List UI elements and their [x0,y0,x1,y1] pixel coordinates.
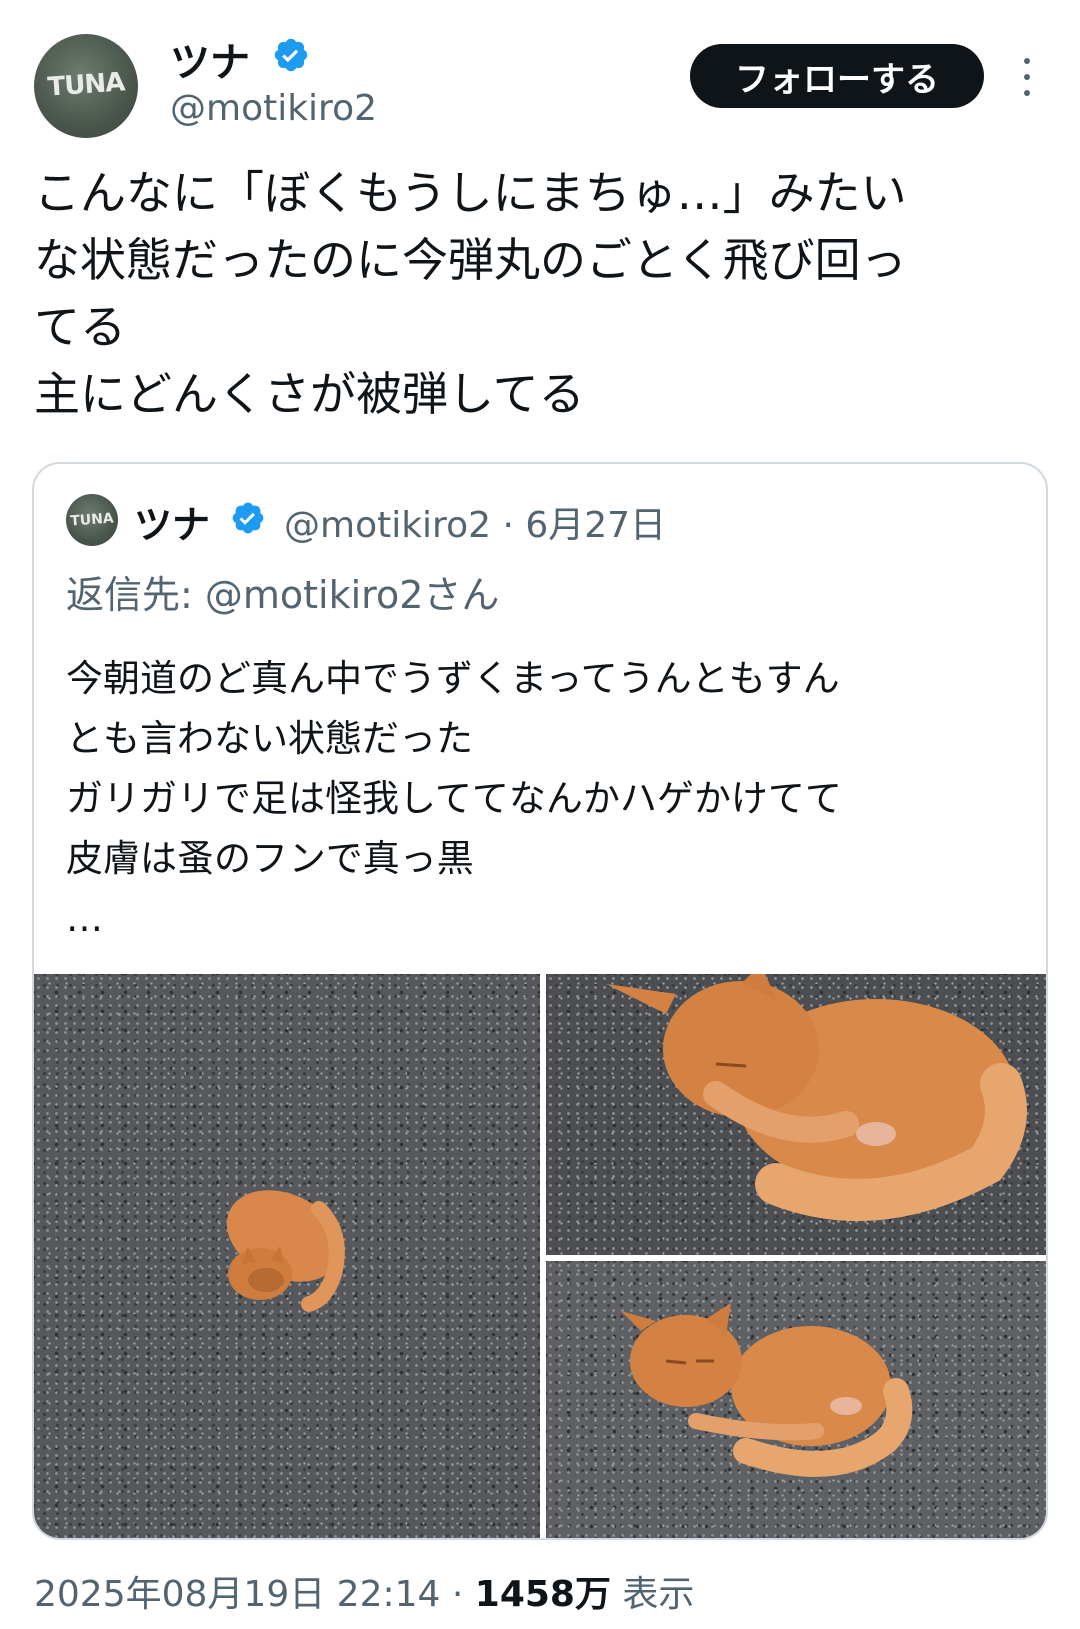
quoted-handle-and-date: @motikiro2 · 6月27日 [284,505,667,546]
author-display-name[interactable]: ツナ [170,30,250,88]
tweet-line: な状態だったのに今弾丸のごとく飛び回っ [34,233,907,287]
quoted-reply-to[interactable]: 返信先: @motikiro2さん [66,564,499,619]
quoted-tweet-card[interactable]: TUNA ツナ @motikiro2 · 6月27日 返信先: @motikir… [32,462,1048,1540]
tweet-footer: 2025年08月19日 22:14 · 1458万 表示 [34,1565,694,1617]
quoted-tweet-body: 今朝道のど真ん中でうずくまってうんともすん とも言わない状態だった ガリガリで足… [66,649,1026,949]
follow-button[interactable]: フォローする [690,44,984,108]
photo-grid [34,974,1046,1538]
avatar-logo-text: TUNA [46,67,126,103]
view-count: 1458万 [474,1574,611,1615]
tweet-line: てる [34,300,126,354]
tweet-line: 主にどんくさが被弾してる [34,367,585,421]
footer-separator: · [440,1574,475,1615]
quoted-verified-badge-icon [232,502,264,534]
tweet-body: こんなに「ぼくもうしにまちゅ…」みたい な状態だったのに今弾丸のごとく飛び回っ … [34,160,1044,428]
verified-badge-icon [274,38,308,72]
quoted-line: … [66,897,103,940]
photo-kitten-curled-far[interactable] [34,974,540,1538]
tweet-header: TUNA ツナ @motikiro2 フォローする [0,0,1080,150]
quoted-line: とも言わない状態だった [66,717,473,760]
tweet-timestamp[interactable]: 2025年08月19日 22:14 [34,1574,440,1615]
more-options-icon[interactable] [1012,52,1042,102]
author-avatar[interactable]: TUNA [34,34,138,138]
photo-kitten-lying[interactable] [546,1261,1046,1538]
quoted-author-name[interactable]: ツナ [134,494,210,549]
quoted-line: 今朝道のど真ん中でうずくまってうんともすん [66,657,840,700]
quoted-line: ガリガリで足は怪我しててなんかハゲかけてて [66,777,842,820]
kitten-closeup-illustration [606,974,1027,1221]
quoted-line: 皮膚は蚤のフンで真っ黒 [66,837,474,880]
quoted-author-avatar[interactable]: TUNA [66,494,118,546]
author-handle[interactable]: @motikiro2 [170,88,377,129]
tweet-line: こんなに「ぼくもうしにまちゅ…」みたい [34,166,907,220]
photo-kitten-closeup[interactable] [546,974,1046,1255]
kitten-small-illustration [226,1190,345,1312]
quoted-avatar-logo-text: TUNA [69,510,115,530]
kitten-lying-illustration [621,1303,913,1477]
views-label: 表示 [610,1574,695,1615]
